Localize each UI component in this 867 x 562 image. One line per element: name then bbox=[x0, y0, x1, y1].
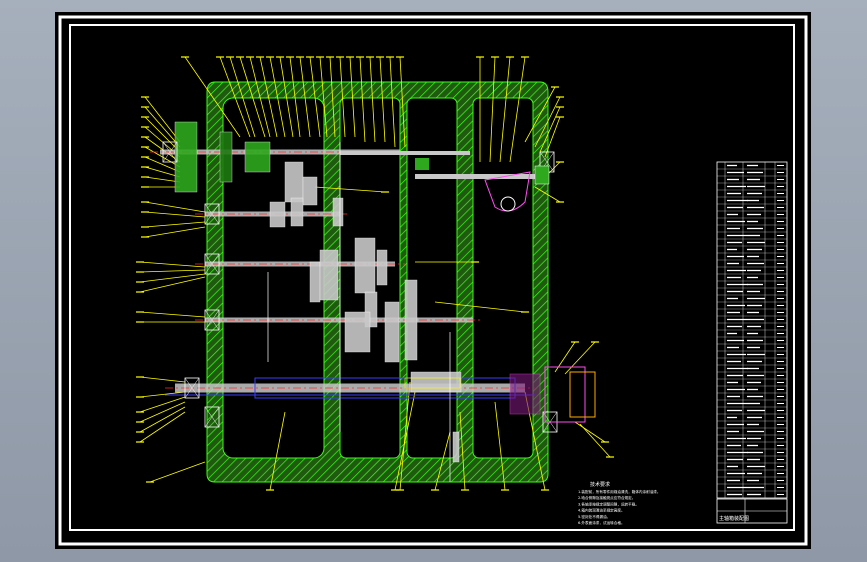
leader-line bbox=[144, 176, 181, 183]
leader-line bbox=[139, 396, 186, 413]
gear bbox=[219, 131, 233, 183]
gear bbox=[404, 279, 418, 361]
tech-requirement-line: 1.装配前，所有零件用煤油清洗，箱体内涂耐油漆。 bbox=[578, 489, 661, 494]
shift-rod bbox=[340, 151, 470, 155]
gear bbox=[452, 431, 460, 463]
gear bbox=[376, 249, 388, 286]
spindle-flange bbox=[569, 371, 596, 418]
gear bbox=[344, 311, 371, 353]
leader-line bbox=[574, 421, 606, 443]
technical-requirements: 技术要求 1.装配前，所有零件用煤油清洗，箱体内涂耐油漆。2.啮合侧隙及接触斑点… bbox=[578, 481, 661, 525]
leader-line bbox=[144, 156, 181, 173]
leader-line bbox=[139, 311, 206, 318]
title-block: 主轴箱装配图 bbox=[716, 498, 788, 524]
gear bbox=[290, 197, 304, 227]
leader-line bbox=[149, 461, 206, 483]
gear bbox=[309, 261, 321, 303]
leader-line bbox=[139, 376, 186, 383]
tech-requirement-line: 6.外表面涂漆，试运转合格。 bbox=[578, 520, 625, 525]
gear bbox=[284, 161, 304, 203]
spindle-nose bbox=[544, 366, 586, 423]
title-block-name: 主轴箱装配图 bbox=[719, 515, 749, 522]
tech-requirements-lines: 1.装配前，所有零件用煤油清洗，箱体内涂耐油漆。2.啮合侧隙及接触斑点应符合规定… bbox=[578, 489, 661, 525]
leader-line bbox=[144, 211, 206, 218]
lever-bracket bbox=[534, 165, 550, 185]
tech-requirement-line: 4.箱内装润滑油至规定高度。 bbox=[578, 508, 625, 513]
parts-list-table bbox=[716, 161, 788, 499]
leader-line bbox=[144, 221, 206, 228]
leader-line bbox=[144, 116, 181, 153]
gear bbox=[319, 249, 339, 301]
gear bbox=[302, 176, 318, 206]
gear bbox=[410, 371, 462, 393]
tech-requirements-title: 技术要求 bbox=[590, 481, 610, 488]
leader-line bbox=[139, 261, 206, 268]
leader-line bbox=[144, 166, 181, 178]
leader-line bbox=[139, 401, 186, 423]
gear bbox=[244, 141, 271, 173]
tech-requirement-line: 3.各轴承按规定调整间隙，运转平稳。 bbox=[578, 501, 639, 506]
leader-line bbox=[139, 269, 206, 273]
gear bbox=[332, 197, 344, 227]
gearbox-assembly-drawing: 技术要求 1.装配前，所有零件用煤油清洗，箱体内涂耐油漆。2.啮合侧隙及接触斑点… bbox=[58, 15, 808, 546]
gear bbox=[269, 201, 286, 228]
tech-requirement-line: 5.密封处不得漏油。 bbox=[578, 514, 610, 519]
gear bbox=[174, 121, 198, 193]
leader-line bbox=[139, 276, 206, 293]
cad-viewport[interactable]: 技术要求 1.装配前，所有零件用煤油清洗，箱体内涂耐油漆。 2.啮合侧隙及接触斑点… bbox=[55, 12, 811, 549]
leader-line bbox=[144, 201, 206, 213]
leader-line bbox=[564, 341, 596, 375]
leader-line bbox=[144, 96, 181, 143]
leader-line bbox=[139, 273, 206, 283]
gear bbox=[384, 301, 400, 363]
spindle-sleeve bbox=[509, 373, 541, 415]
leader-line bbox=[139, 406, 186, 433]
leader-line bbox=[139, 411, 186, 443]
leader-line bbox=[144, 226, 206, 238]
fork-block bbox=[415, 158, 429, 170]
tech-requirement-line: 2.啮合侧隙及接触斑点应符合规定。 bbox=[578, 495, 635, 500]
leader-line bbox=[579, 423, 611, 458]
gear bbox=[354, 237, 376, 294]
